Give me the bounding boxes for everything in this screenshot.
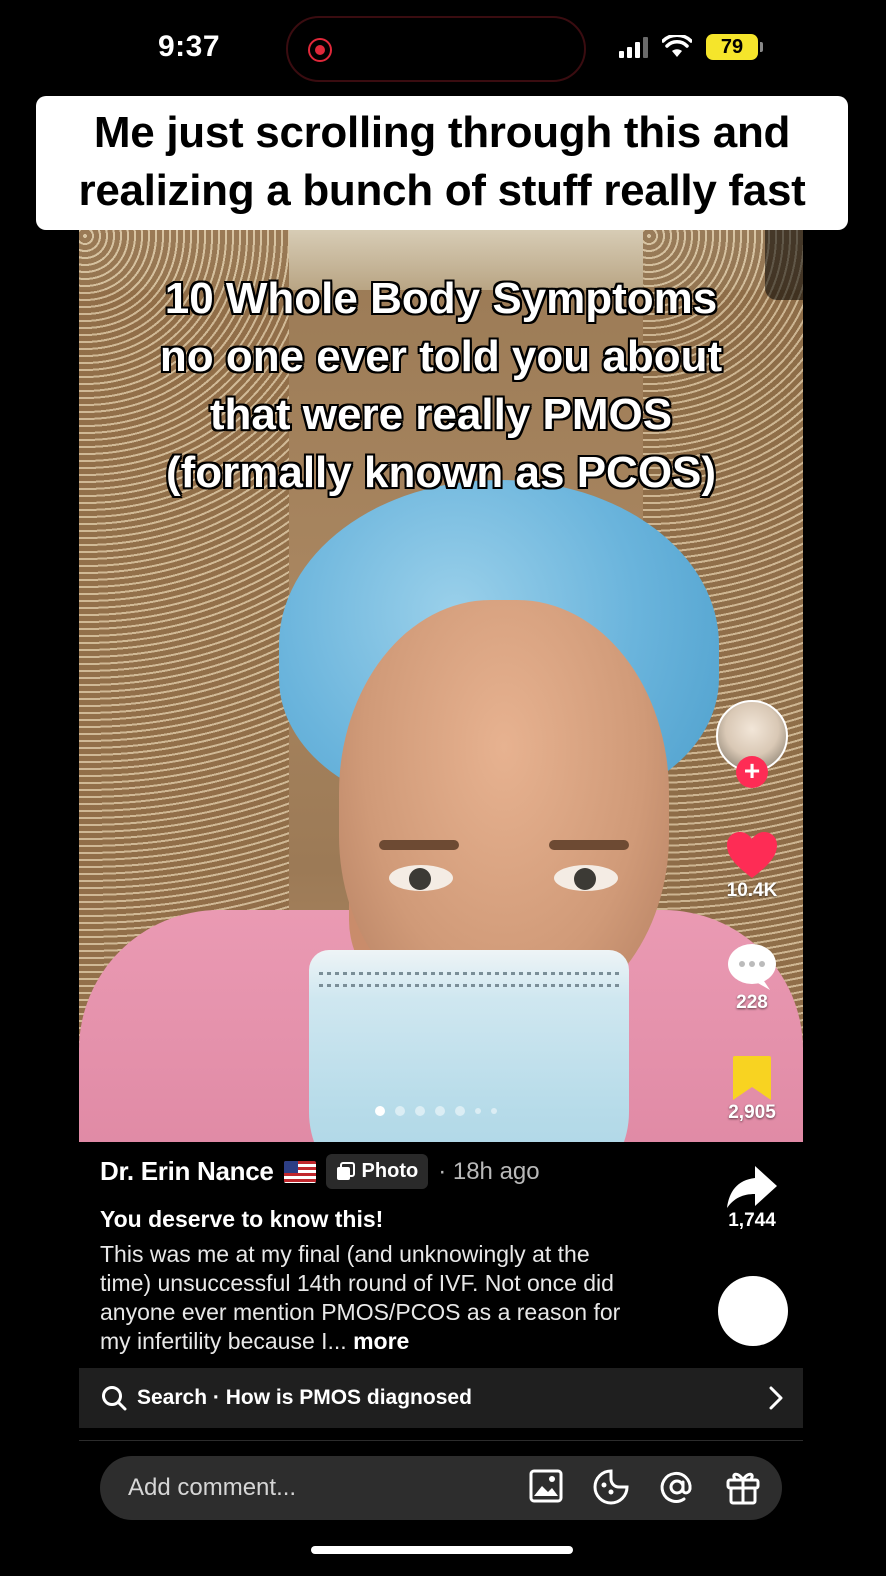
battery-level: 79 bbox=[720, 35, 744, 58]
image-icon[interactable] bbox=[528, 1468, 564, 1504]
photo-type-badge: Photo bbox=[325, 1154, 429, 1189]
caption-banner: Me just scrolling through this and reali… bbox=[36, 96, 848, 230]
photo-type-label: Photo bbox=[361, 1160, 419, 1182]
save-count: 2,905 bbox=[728, 1102, 776, 1123]
eye-right bbox=[554, 865, 618, 891]
person bbox=[269, 480, 719, 1142]
author-name[interactable]: Dr. Erin Nance bbox=[100, 1156, 274, 1187]
emoji-icon[interactable] bbox=[592, 1468, 630, 1506]
post-title: You deserve to know this! bbox=[100, 1206, 384, 1232]
more-link[interactable]: more bbox=[353, 1328, 409, 1354]
pager-dot[interactable] bbox=[475, 1108, 481, 1114]
comment-button[interactable]: 228 bbox=[714, 942, 790, 1014]
save-button[interactable]: 2,905 bbox=[714, 1054, 790, 1124]
us-flag-icon bbox=[283, 1160, 316, 1183]
signal-icon bbox=[619, 36, 648, 58]
sound-disc[interactable] bbox=[718, 1276, 788, 1346]
post-time: · 18h ago bbox=[438, 1157, 540, 1185]
caption-line-2: realizing a bunch of stuff really fast bbox=[78, 166, 806, 215]
eye-left bbox=[389, 865, 453, 891]
overlay-line-1: 10 Whole Body Symptoms bbox=[164, 274, 718, 323]
pager-dot[interactable] bbox=[455, 1106, 465, 1116]
related-search-bar[interactable]: Search · How is PMOS diagnosed bbox=[79, 1368, 803, 1428]
overlay-line-3: that were really PMOS bbox=[209, 390, 673, 439]
pager-dot[interactable] bbox=[395, 1106, 405, 1116]
pager-dot[interactable] bbox=[375, 1106, 385, 1116]
author-row: Dr. Erin Nance Photo · 18h ago bbox=[100, 1154, 540, 1189]
bookmark-icon bbox=[733, 1056, 771, 1100]
wifi-icon bbox=[662, 35, 692, 57]
follow-button[interactable]: + bbox=[736, 756, 768, 788]
comment-placeholder: Add comment... bbox=[128, 1474, 297, 1501]
pager-dot[interactable] bbox=[415, 1106, 425, 1116]
mention-icon[interactable] bbox=[658, 1468, 696, 1506]
video-overlay-text: 10 Whole Body Symptoms no one ever told … bbox=[99, 270, 783, 502]
pager-dot[interactable] bbox=[491, 1108, 497, 1114]
post-media[interactable]: 10 Whole Body Symptoms no one ever told … bbox=[79, 230, 803, 1142]
post-description[interactable]: This was me at my final (and unknowingly… bbox=[100, 1240, 640, 1356]
share-icon bbox=[727, 1166, 777, 1208]
comment-toolbar bbox=[528, 1468, 762, 1506]
caption-line-1: Me just scrolling through this and bbox=[93, 108, 791, 157]
chevron-right-icon bbox=[769, 1386, 783, 1410]
pager-dot[interactable] bbox=[435, 1106, 445, 1116]
eyebrow-left bbox=[379, 840, 459, 850]
photo-pager[interactable] bbox=[375, 1106, 497, 1116]
recording-icon bbox=[308, 38, 332, 62]
comment-icon bbox=[728, 944, 776, 990]
photo-icon bbox=[336, 1161, 355, 1180]
home-indicator[interactable] bbox=[311, 1546, 573, 1554]
status-indicators: 79 bbox=[619, 34, 763, 60]
overlay-line-2: no one ever told you about bbox=[159, 332, 723, 381]
eyebrow-right bbox=[549, 840, 629, 850]
comment-input[interactable]: Add comment... bbox=[100, 1456, 782, 1520]
heart-icon bbox=[727, 832, 777, 878]
overlay-line-4: (formally known as PCOS) bbox=[165, 448, 717, 497]
divider bbox=[79, 1440, 803, 1441]
battery-icon: 79 bbox=[706, 34, 763, 60]
gift-icon[interactable] bbox=[724, 1468, 762, 1506]
search-icon bbox=[102, 1386, 127, 1411]
search-suggestion: Search · How is PMOS diagnosed bbox=[137, 1386, 472, 1409]
dynamic-island bbox=[286, 16, 586, 82]
comment-count: 228 bbox=[736, 992, 768, 1013]
like-button[interactable]: 10.4K bbox=[714, 830, 790, 902]
like-count: 10.4K bbox=[726, 880, 778, 901]
share-button[interactable]: 1,744 bbox=[714, 1164, 790, 1232]
status-time: 9:37 bbox=[158, 30, 221, 63]
share-count: 1,744 bbox=[728, 1210, 776, 1231]
